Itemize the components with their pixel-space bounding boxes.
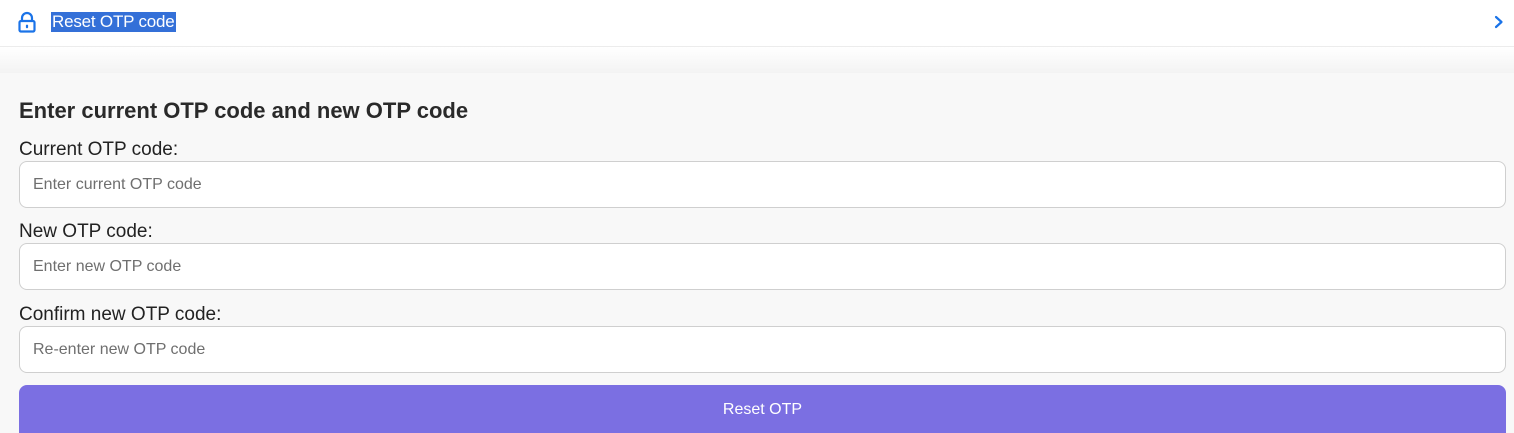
confirm-otp-label: Confirm new OTP code: — [19, 304, 222, 325]
lock-icon — [18, 11, 36, 33]
new-otp-label: New OTP code: — [19, 221, 153, 242]
current-otp-label: Current OTP code: — [19, 139, 179, 160]
confirm-otp-input[interactable] — [19, 326, 1506, 373]
new-otp-input[interactable] — [19, 243, 1506, 290]
reset-otp-section-header[interactable]: Reset OTP code — [0, 0, 1514, 47]
chevron-right-icon[interactable] — [1492, 14, 1506, 30]
section-divider — [0, 47, 1514, 73]
section-title: Reset OTP code — [51, 12, 176, 32]
form-heading: Enter current OTP code and new OTP code — [19, 98, 469, 123]
current-otp-input[interactable] — [19, 161, 1506, 208]
reset-otp-button[interactable]: Reset OTP — [19, 385, 1506, 433]
